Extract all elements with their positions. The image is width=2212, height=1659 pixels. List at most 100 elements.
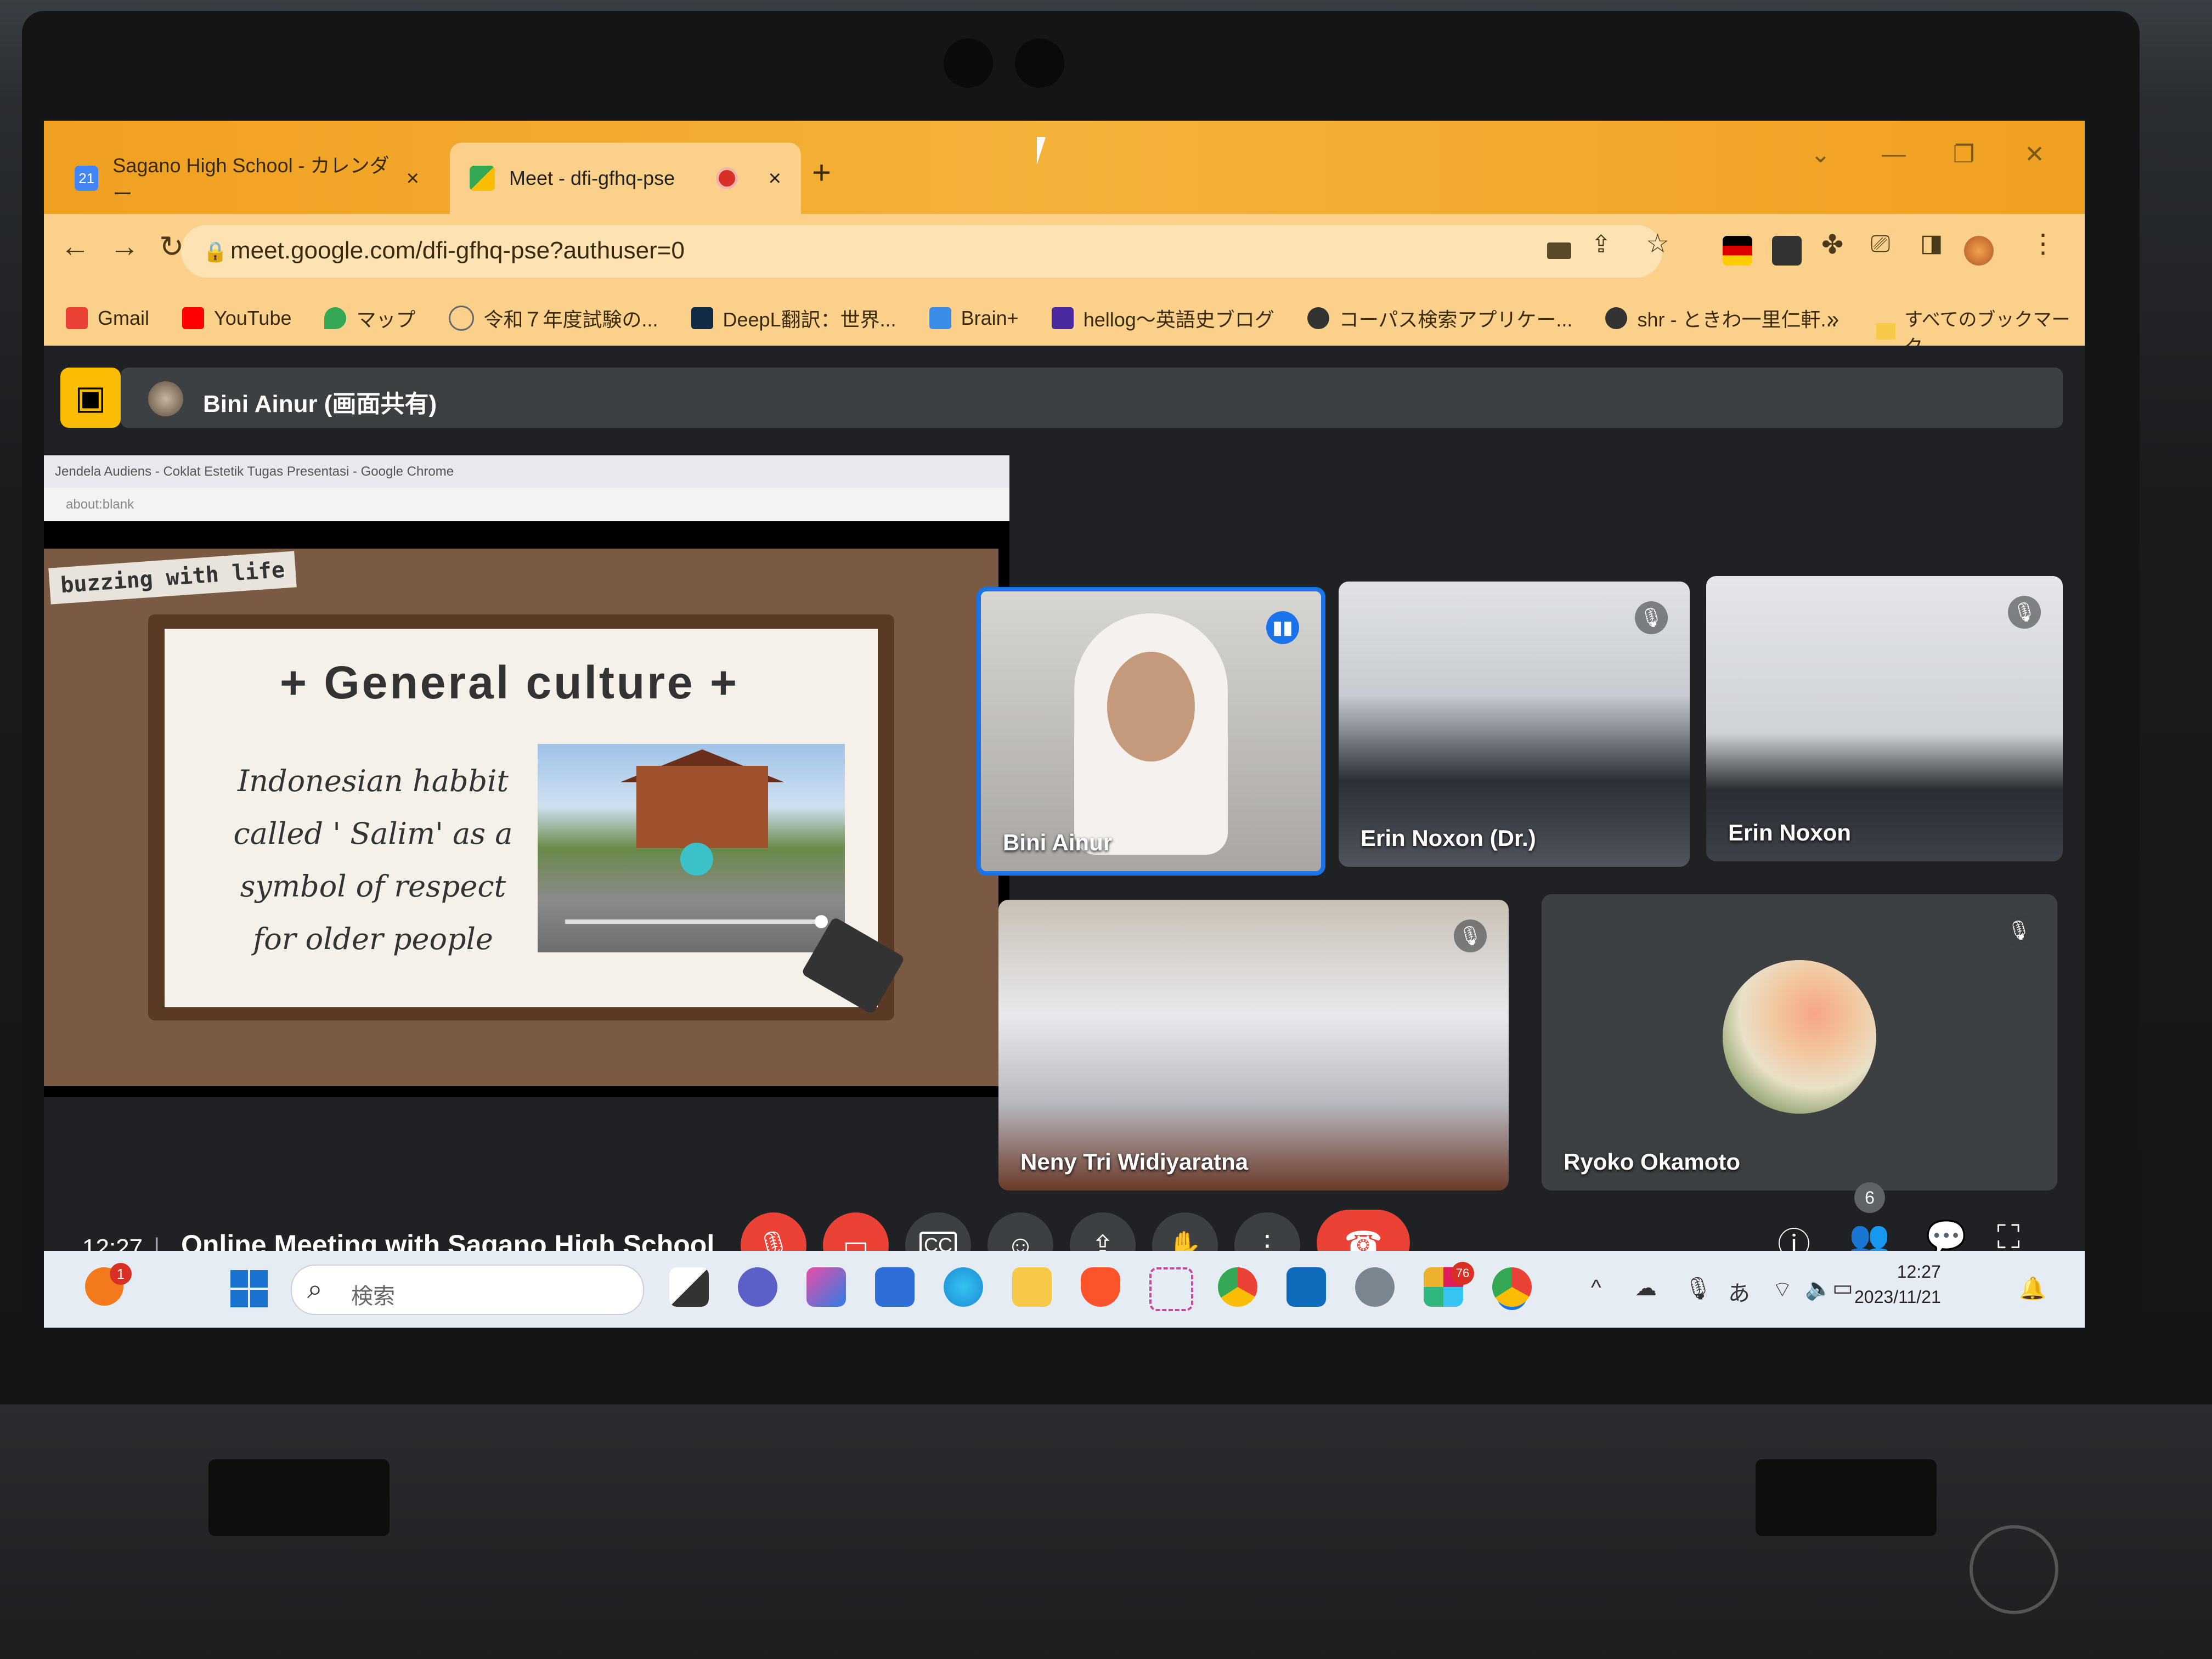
participant-tile[interactable]: 🎙 Neny Tri Widiyaratna bbox=[998, 900, 1509, 1190]
slide-body: Indonesian habbit called ' Salim' as a s… bbox=[233, 764, 513, 956]
back-arrow-icon[interactable]: ← bbox=[60, 229, 90, 263]
store-icon[interactable] bbox=[875, 1267, 915, 1307]
presenter-name: Bini Ainur (画面共有) bbox=[203, 391, 437, 417]
photo-progress-handle bbox=[815, 915, 828, 928]
notification-bell-icon[interactable]: 🔔 bbox=[2019, 1276, 2046, 1301]
calendar-icon: 21 bbox=[75, 166, 99, 191]
meet-icon bbox=[470, 166, 495, 191]
presenter-avatar bbox=[148, 381, 183, 416]
deepl-icon bbox=[691, 307, 713, 329]
mic-off-icon: 🎙 bbox=[2002, 914, 2035, 947]
clock-time: 12:27 bbox=[1897, 1262, 1941, 1282]
lock-icon: 🔒 bbox=[203, 240, 228, 263]
bookmark-star-icon[interactable]: ☆ bbox=[1646, 228, 1669, 259]
bookmark-gmail[interactable]: Gmail bbox=[66, 307, 149, 330]
participant-count-badge: 6 bbox=[1854, 1182, 1885, 1213]
outlook-icon[interactable] bbox=[1286, 1267, 1326, 1307]
shared-window-address: about:blank bbox=[44, 488, 1009, 521]
photo-progress-track bbox=[565, 919, 817, 924]
bookmarks-bar: Gmail YouTube マップ 令和７年度試験の... DeepL翻訳：世界… bbox=[44, 291, 2085, 346]
share-icon[interactable]: ⇪ bbox=[1591, 230, 1611, 258]
webcam-sensor bbox=[1015, 38, 1064, 88]
url-text[interactable]: meet.google.com/dfi-gfhq-pse?authuser=0 bbox=[230, 237, 685, 264]
snipping-tool-icon[interactable] bbox=[1149, 1267, 1193, 1311]
bookmark-shr[interactable]: shr - ときわ一里仁軒... bbox=[1605, 304, 1837, 332]
chrome-icon[interactable] bbox=[1218, 1267, 1257, 1307]
tab-title: Meet - dfi-gfhq-pse bbox=[509, 167, 675, 189]
start-button[interactable] bbox=[230, 1270, 269, 1308]
maximize-icon[interactable]: ❐ bbox=[1953, 140, 1974, 168]
new-tab-button[interactable]: + bbox=[812, 154, 831, 191]
laptop-screen: 21 Sagano High School - カレンダー × Meet - d… bbox=[44, 121, 2085, 1328]
mic-off-icon: 🎙 bbox=[1635, 601, 1668, 634]
close-tab-icon[interactable]: × bbox=[769, 166, 781, 191]
tab-search-icon[interactable]: ⌄ bbox=[1810, 140, 1831, 168]
volume-icon[interactable]: 🔈 bbox=[1805, 1276, 1832, 1301]
wifi-icon[interactable]: ⌔ bbox=[1772, 1276, 1793, 1303]
edge-icon[interactable] bbox=[944, 1267, 983, 1307]
bookmark-exam[interactable]: 令和７年度試験の... bbox=[448, 304, 658, 332]
teams-chat-icon[interactable] bbox=[738, 1267, 777, 1307]
widget-notification-badge: 1 bbox=[110, 1263, 132, 1285]
gmail-icon bbox=[66, 307, 88, 329]
search-icon: ⌕ bbox=[307, 1273, 323, 1304]
onedrive-icon[interactable]: ☁ bbox=[1635, 1276, 1657, 1301]
bookmark-deepl[interactable]: DeepL翻訳：世界... bbox=[691, 304, 896, 332]
slide-card: + General culture + Indonesian habbit ca… bbox=[148, 614, 894, 1020]
bookmark-corpus[interactable]: コーパス検索アプリケー... bbox=[1307, 304, 1572, 332]
tray-overflow-icon[interactable]: ^ bbox=[1591, 1276, 1601, 1300]
side-panel-icon[interactable]: ◨ bbox=[1920, 229, 1943, 257]
shared-window-title: Jendela Audiens - Coklat Estetik Tugas P… bbox=[44, 455, 1009, 488]
chrome-profile-icon[interactable] bbox=[1492, 1267, 1532, 1307]
presentation-off-icon: ▣ bbox=[75, 379, 106, 416]
globe-icon bbox=[448, 306, 474, 331]
extension-icon[interactable] bbox=[1772, 236, 1802, 266]
battery-icon[interactable]: ▭ bbox=[1832, 1276, 1853, 1301]
cast-icon[interactable]: ⎚ bbox=[1871, 230, 1890, 258]
settings-gear-icon[interactable] bbox=[1355, 1267, 1395, 1307]
mouse-cursor bbox=[1037, 137, 1046, 165]
tab-title: Sagano High School - カレンダー bbox=[112, 154, 390, 205]
close-window-icon[interactable]: ✕ bbox=[2024, 140, 2045, 168]
bookmark-brain[interactable]: Brain+ bbox=[929, 307, 1019, 330]
clock-date: 2023/11/21 bbox=[1854, 1287, 1941, 1307]
forward-arrow-icon[interactable]: → bbox=[110, 229, 139, 263]
participant-tile[interactable]: ▮▮ Bini Ainur bbox=[977, 587, 1325, 876]
maps-icon bbox=[324, 307, 347, 329]
bookmark-hellog[interactable]: hellog〜英語史ブログ bbox=[1051, 304, 1274, 332]
taskbar-clock[interactable]: 12:27 2023/11/21 bbox=[1854, 1259, 1941, 1310]
puzzle-extensions-icon[interactable]: ✤ bbox=[1821, 229, 1843, 260]
photo-building bbox=[636, 766, 768, 848]
stop-presenting-button[interactable]: ▣ bbox=[60, 368, 121, 428]
profile-avatar[interactable] bbox=[1964, 236, 1994, 266]
close-tab-icon[interactable]: × bbox=[407, 166, 419, 191]
minimize-icon[interactable]: — bbox=[1882, 140, 1906, 168]
bookmark-maps[interactable]: マップ bbox=[324, 304, 416, 332]
camera-in-use-icon[interactable] bbox=[1547, 242, 1571, 259]
laptop-hinge-left bbox=[208, 1459, 390, 1536]
flag-extension-icon[interactable] bbox=[1723, 236, 1752, 266]
taskbar-search-box[interactable] bbox=[291, 1265, 644, 1315]
participant-tile[interactable]: 🎙 Erin Noxon (Dr.) bbox=[1339, 582, 1690, 867]
participant-name: Erin Noxon (Dr.) bbox=[1361, 825, 1536, 851]
participant-tile[interactable]: 🎙 Erin Noxon bbox=[1706, 576, 2063, 861]
meet-content: ▣ Bini Ainur (画面共有) Jendela Audiens - Co… bbox=[44, 346, 2085, 1328]
chrome-menu-icon[interactable]: ⋮ bbox=[2030, 228, 2056, 259]
shared-screen: Jendela Audiens - Coklat Estetik Tugas P… bbox=[44, 455, 1009, 1097]
participant-tile[interactable]: 🎙 Ryoko Okamoto bbox=[1542, 894, 2057, 1190]
bookmark-youtube[interactable]: YouTube bbox=[182, 307, 291, 330]
bookmarks-overflow-button[interactable]: » bbox=[1827, 307, 1839, 332]
participant-name: Bini Ainur bbox=[1003, 830, 1113, 855]
brave-icon[interactable] bbox=[1081, 1267, 1120, 1307]
tab-meet[interactable]: Meet - dfi-gfhq-pse × bbox=[450, 143, 801, 214]
slide-tag: buzzing with life bbox=[48, 551, 297, 605]
power-button[interactable] bbox=[1970, 1525, 2058, 1614]
participant-name: Neny Tri Widiyaratna bbox=[1020, 1149, 1249, 1175]
microphone-icon[interactable]: 🎙 bbox=[1684, 1276, 1712, 1301]
ime-indicator[interactable]: あ bbox=[1728, 1276, 1750, 1307]
tab-calendar[interactable]: 21 Sagano High School - カレンダー × bbox=[55, 143, 439, 214]
task-view-icon[interactable] bbox=[669, 1267, 709, 1307]
copilot-icon[interactable] bbox=[806, 1267, 846, 1307]
reload-icon[interactable]: ↻ bbox=[159, 229, 184, 264]
file-explorer-icon[interactable] bbox=[1012, 1267, 1052, 1307]
